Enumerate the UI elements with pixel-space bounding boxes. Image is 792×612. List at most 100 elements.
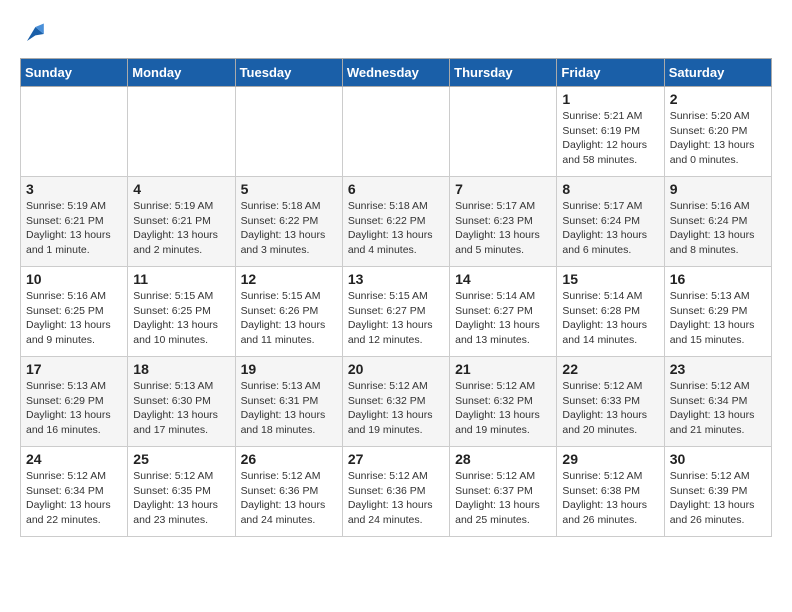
day-number: 11 xyxy=(133,271,229,287)
day-number: 18 xyxy=(133,361,229,377)
day-number: 19 xyxy=(241,361,337,377)
page-header xyxy=(20,20,772,48)
day-cell: 7 Sunrise: 5:17 AM Sunset: 6:23 PM Daylig… xyxy=(450,177,557,267)
day-cell: 20Sunrise: 5:12 AM Sunset: 6:32 PM Dayli… xyxy=(342,357,449,447)
day-number: 10 xyxy=(26,271,122,287)
day-info: Sunrise: 5:17 AM Sunset: 6:23 PM Dayligh… xyxy=(455,199,551,258)
day-cell: 25 Sunrise: 5:12 AM Sunset: 6:35 PM Dayli… xyxy=(128,447,235,537)
week-row-5: 24Sunrise: 5:12 AM Sunset: 6:34 PM Dayli… xyxy=(21,447,772,537)
day-number: 17 xyxy=(26,361,122,377)
day-info: Sunrise: 5:20 AM Sunset: 6:20 PM Dayligh… xyxy=(670,109,766,168)
day-cell xyxy=(235,87,342,177)
week-row-4: 17 Sunrise: 5:13 AM Sunset: 6:29 PM Dayli… xyxy=(21,357,772,447)
day-info: Sunrise: 5:12 AM Sunset: 6:35 PM Dayligh… xyxy=(133,469,229,528)
day-cell: 6 Sunrise: 5:18 AM Sunset: 6:22 PM Daylig… xyxy=(342,177,449,267)
day-number: 30 xyxy=(670,451,766,467)
day-info: Sunrise: 5:18 AM Sunset: 6:22 PM Dayligh… xyxy=(241,199,337,258)
day-cell: 8 Sunrise: 5:17 AM Sunset: 6:24 PM Daylig… xyxy=(557,177,664,267)
day-info: Sunrise: 5:13 AM Sunset: 6:29 PM Dayligh… xyxy=(26,379,122,438)
day-info: Sunrise: 5:15 AM Sunset: 6:27 PM Dayligh… xyxy=(348,289,444,348)
day-info: Sunrise: 5:13 AM Sunset: 6:29 PM Dayligh… xyxy=(670,289,766,348)
day-info: Sunrise: 5:12 AM Sunset: 6:39 PM Dayligh… xyxy=(670,469,766,528)
day-cell: 13 Sunrise: 5:15 AM Sunset: 6:27 PM Dayli… xyxy=(342,267,449,357)
day-cell xyxy=(128,87,235,177)
day-info: Sunrise: 5:15 AM Sunset: 6:25 PM Dayligh… xyxy=(133,289,229,348)
day-cell: 9 Sunrise: 5:16 AM Sunset: 6:24 PM Daylig… xyxy=(664,177,771,267)
day-cell xyxy=(450,87,557,177)
day-info: Sunrise: 5:16 AM Sunset: 6:25 PM Dayligh… xyxy=(26,289,122,348)
column-header-saturday: Saturday xyxy=(664,59,771,87)
day-number: 26 xyxy=(241,451,337,467)
day-cell: 15Sunrise: 5:14 AM Sunset: 6:28 PM Dayli… xyxy=(557,267,664,357)
day-cell: 17 Sunrise: 5:13 AM Sunset: 6:29 PM Dayli… xyxy=(21,357,128,447)
week-row-3: 10 Sunrise: 5:16 AM Sunset: 6:25 PM Dayli… xyxy=(21,267,772,357)
day-cell xyxy=(342,87,449,177)
logo-icon xyxy=(20,20,48,48)
day-number: 24 xyxy=(26,451,122,467)
day-number: 2 xyxy=(670,91,766,107)
column-header-tuesday: Tuesday xyxy=(235,59,342,87)
day-info: Sunrise: 5:12 AM Sunset: 6:32 PM Dayligh… xyxy=(348,379,444,438)
day-cell: 24Sunrise: 5:12 AM Sunset: 6:34 PM Dayli… xyxy=(21,447,128,537)
day-number: 29 xyxy=(562,451,658,467)
calendar-table: SundayMondayTuesdayWednesdayThursdayFrid… xyxy=(20,58,772,537)
day-number: 12 xyxy=(241,271,337,287)
day-info: Sunrise: 5:12 AM Sunset: 6:36 PM Dayligh… xyxy=(348,469,444,528)
day-info: Sunrise: 5:13 AM Sunset: 6:31 PM Dayligh… xyxy=(241,379,337,438)
day-number: 9 xyxy=(670,181,766,197)
day-cell: 16 Sunrise: 5:13 AM Sunset: 6:29 PM Dayli… xyxy=(664,267,771,357)
day-info: Sunrise: 5:17 AM Sunset: 6:24 PM Dayligh… xyxy=(562,199,658,258)
day-info: Sunrise: 5:13 AM Sunset: 6:30 PM Dayligh… xyxy=(133,379,229,438)
day-number: 6 xyxy=(348,181,444,197)
day-number: 14 xyxy=(455,271,551,287)
day-info: Sunrise: 5:21 AM Sunset: 6:19 PM Dayligh… xyxy=(562,109,658,168)
day-number: 22 xyxy=(562,361,658,377)
day-cell: 4Sunrise: 5:19 AM Sunset: 6:21 PM Daylig… xyxy=(128,177,235,267)
week-row-1: 1 Sunrise: 5:21 AM Sunset: 6:19 PM Daylig… xyxy=(21,87,772,177)
logo xyxy=(20,20,52,48)
column-header-monday: Monday xyxy=(128,59,235,87)
day-number: 1 xyxy=(562,91,658,107)
day-cell: 22 Sunrise: 5:12 AM Sunset: 6:33 PM Dayli… xyxy=(557,357,664,447)
day-info: Sunrise: 5:12 AM Sunset: 6:33 PM Dayligh… xyxy=(562,379,658,438)
day-info: Sunrise: 5:12 AM Sunset: 6:37 PM Dayligh… xyxy=(455,469,551,528)
day-number: 7 xyxy=(455,181,551,197)
day-info: Sunrise: 5:15 AM Sunset: 6:26 PM Dayligh… xyxy=(241,289,337,348)
day-cell: 18 Sunrise: 5:13 AM Sunset: 6:30 PM Dayli… xyxy=(128,357,235,447)
day-cell: 21 Sunrise: 5:12 AM Sunset: 6:32 PM Dayli… xyxy=(450,357,557,447)
day-cell: 28 Sunrise: 5:12 AM Sunset: 6:37 PM Dayli… xyxy=(450,447,557,537)
header-row: SundayMondayTuesdayWednesdayThursdayFrid… xyxy=(21,59,772,87)
day-number: 28 xyxy=(455,451,551,467)
day-number: 8 xyxy=(562,181,658,197)
day-info: Sunrise: 5:19 AM Sunset: 6:21 PM Dayligh… xyxy=(26,199,122,258)
day-info: Sunrise: 5:18 AM Sunset: 6:22 PM Dayligh… xyxy=(348,199,444,258)
day-info: Sunrise: 5:12 AM Sunset: 6:38 PM Dayligh… xyxy=(562,469,658,528)
day-number: 13 xyxy=(348,271,444,287)
day-cell: 29 Sunrise: 5:12 AM Sunset: 6:38 PM Dayli… xyxy=(557,447,664,537)
column-header-wednesday: Wednesday xyxy=(342,59,449,87)
day-cell: 12 Sunrise: 5:15 AM Sunset: 6:26 PM Dayli… xyxy=(235,267,342,357)
day-number: 4 xyxy=(133,181,229,197)
week-row-2: 3Sunrise: 5:19 AM Sunset: 6:21 PM Daylig… xyxy=(21,177,772,267)
day-info: Sunrise: 5:12 AM Sunset: 6:32 PM Dayligh… xyxy=(455,379,551,438)
day-info: Sunrise: 5:12 AM Sunset: 6:34 PM Dayligh… xyxy=(670,379,766,438)
day-number: 27 xyxy=(348,451,444,467)
day-number: 25 xyxy=(133,451,229,467)
day-cell: 10 Sunrise: 5:16 AM Sunset: 6:25 PM Dayli… xyxy=(21,267,128,357)
day-cell: 14 Sunrise: 5:14 AM Sunset: 6:27 PM Dayli… xyxy=(450,267,557,357)
day-cell: 23 Sunrise: 5:12 AM Sunset: 6:34 PM Dayli… xyxy=(664,357,771,447)
day-info: Sunrise: 5:14 AM Sunset: 6:27 PM Dayligh… xyxy=(455,289,551,348)
day-cell: 2 Sunrise: 5:20 AM Sunset: 6:20 PM Daylig… xyxy=(664,87,771,177)
column-header-sunday: Sunday xyxy=(21,59,128,87)
day-cell: 11 Sunrise: 5:15 AM Sunset: 6:25 PM Dayli… xyxy=(128,267,235,357)
day-number: 16 xyxy=(670,271,766,287)
day-info: Sunrise: 5:16 AM Sunset: 6:24 PM Dayligh… xyxy=(670,199,766,258)
day-cell: 27 Sunrise: 5:12 AM Sunset: 6:36 PM Dayli… xyxy=(342,447,449,537)
day-number: 23 xyxy=(670,361,766,377)
day-cell: 3Sunrise: 5:19 AM Sunset: 6:21 PM Daylig… xyxy=(21,177,128,267)
day-cell: 19 Sunrise: 5:13 AM Sunset: 6:31 PM Dayli… xyxy=(235,357,342,447)
day-number: 5 xyxy=(241,181,337,197)
day-cell: 1 Sunrise: 5:21 AM Sunset: 6:19 PM Daylig… xyxy=(557,87,664,177)
day-info: Sunrise: 5:12 AM Sunset: 6:36 PM Dayligh… xyxy=(241,469,337,528)
day-number: 21 xyxy=(455,361,551,377)
